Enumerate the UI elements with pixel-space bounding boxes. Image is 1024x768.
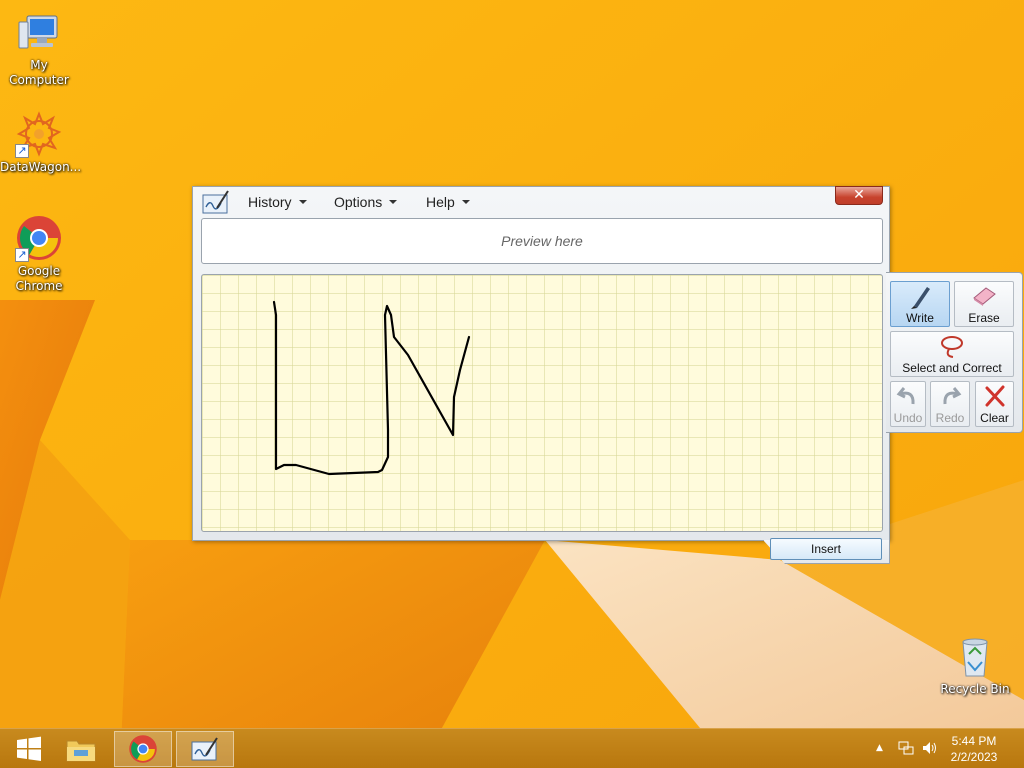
desktop-icon-google-chrome[interactable]: ↗ Google Chrome <box>0 214 78 294</box>
chevron-down-icon <box>298 200 307 204</box>
computer-icon <box>15 8 63 56</box>
input-panel-window: History Options Help ✕ Preview here <box>192 186 890 541</box>
clear-button[interactable]: Clear <box>975 381 1014 427</box>
desktop-icon-datawagon[interactable]: ↗ DataWagon... <box>0 110 82 175</box>
taskbar-file-explorer[interactable] <box>52 731 110 767</box>
chevron-down-icon <box>461 200 470 204</box>
desktop-icon-recycle-bin[interactable]: Recycle Bin <box>936 632 1014 697</box>
clock-date: 2/2/2023 <box>950 750 998 764</box>
volume-icon[interactable] <box>921 740 939 759</box>
undo-button[interactable]: Undo <box>890 381 926 427</box>
preview-placeholder: Preview here <box>501 233 583 249</box>
ink-group <box>272 300 471 476</box>
undo-label: Undo <box>893 411 923 425</box>
show-hidden-icons-button[interactable]: ▲ <box>876 743 883 753</box>
menu-bar: History Options Help ✕ <box>193 186 889 217</box>
redo-icon <box>943 387 962 405</box>
erase-label: Erase <box>968 311 1000 325</box>
erase-button[interactable]: Erase <box>954 281 1014 327</box>
desktop-icon-label: My Computer <box>9 58 69 87</box>
eraser-icon <box>973 287 996 306</box>
input-panel-app-icon[interactable] <box>201 189 231 215</box>
insert-button[interactable]: Insert <box>770 538 882 560</box>
clear-x-icon <box>985 385 1004 407</box>
preview-box: Preview here <box>201 218 883 264</box>
select-and-correct-label: Select and Correct <box>902 361 1002 375</box>
close-button[interactable]: ✕ <box>835 186 883 205</box>
desktop-icon-label: Google Chrome <box>15 264 63 293</box>
write-label: Write <box>906 311 934 325</box>
close-icon: ✕ <box>853 187 865 203</box>
ink-strokes <box>272 300 471 476</box>
taskbar: ▲ 5:44 PM 2/2/2023 <box>0 728 1024 768</box>
start-button[interactable] <box>0 731 58 767</box>
network-icon[interactable] <box>898 740 914 759</box>
write-button[interactable]: Write <box>890 281 950 327</box>
insert-label: Insert <box>810 542 841 556</box>
clear-label: Clear <box>980 411 1009 425</box>
chrome-icon <box>129 735 157 763</box>
chevron-down-icon <box>389 200 398 204</box>
shortcut-arrow-icon: ↗ <box>15 248 29 262</box>
redo-label: Redo <box>935 411 965 425</box>
clock[interactable]: 5:44 PM 2/2/2023 <box>944 733 1004 765</box>
ink-stroke <box>272 300 471 476</box>
desktop-icon-label: Recycle Bin <box>940 682 1010 696</box>
undo-icon <box>896 387 915 405</box>
taskbar-input-panel[interactable] <box>176 731 234 767</box>
start-icon <box>17 736 41 761</box>
taskbar-chrome[interactable] <box>114 731 172 767</box>
datawagon-icon: ↗ <box>15 110 63 158</box>
menu-options-label: Options <box>334 194 383 210</box>
menu-history[interactable]: History <box>248 194 307 210</box>
input-panel-icon <box>191 737 218 761</box>
select-and-correct-button[interactable]: Select and Correct <box>890 331 1014 377</box>
desktop-icon-my-computer[interactable]: My Computer <box>0 8 78 88</box>
shortcut-arrow-icon: ↗ <box>15 144 29 158</box>
pen-icon <box>911 287 930 309</box>
file-explorer-icon <box>66 740 96 762</box>
tool-panel: Write Erase Select and Correct Undo Redo <box>886 272 1023 433</box>
menu-help[interactable]: Help <box>426 194 470 210</box>
recycle-bin-icon <box>951 632 999 680</box>
clock-time: 5:44 PM <box>951 734 997 748</box>
writing-pad[interactable] <box>201 274 883 532</box>
lasso-icon <box>941 336 963 358</box>
menu-options[interactable]: Options <box>334 194 398 210</box>
redo-button[interactable]: Redo <box>930 381 970 427</box>
menu-help-label: Help <box>426 194 455 210</box>
menu-history-label: History <box>248 194 292 210</box>
chrome-icon: ↗ <box>15 214 63 262</box>
desktop-icon-label: DataWagon... <box>0 160 82 174</box>
